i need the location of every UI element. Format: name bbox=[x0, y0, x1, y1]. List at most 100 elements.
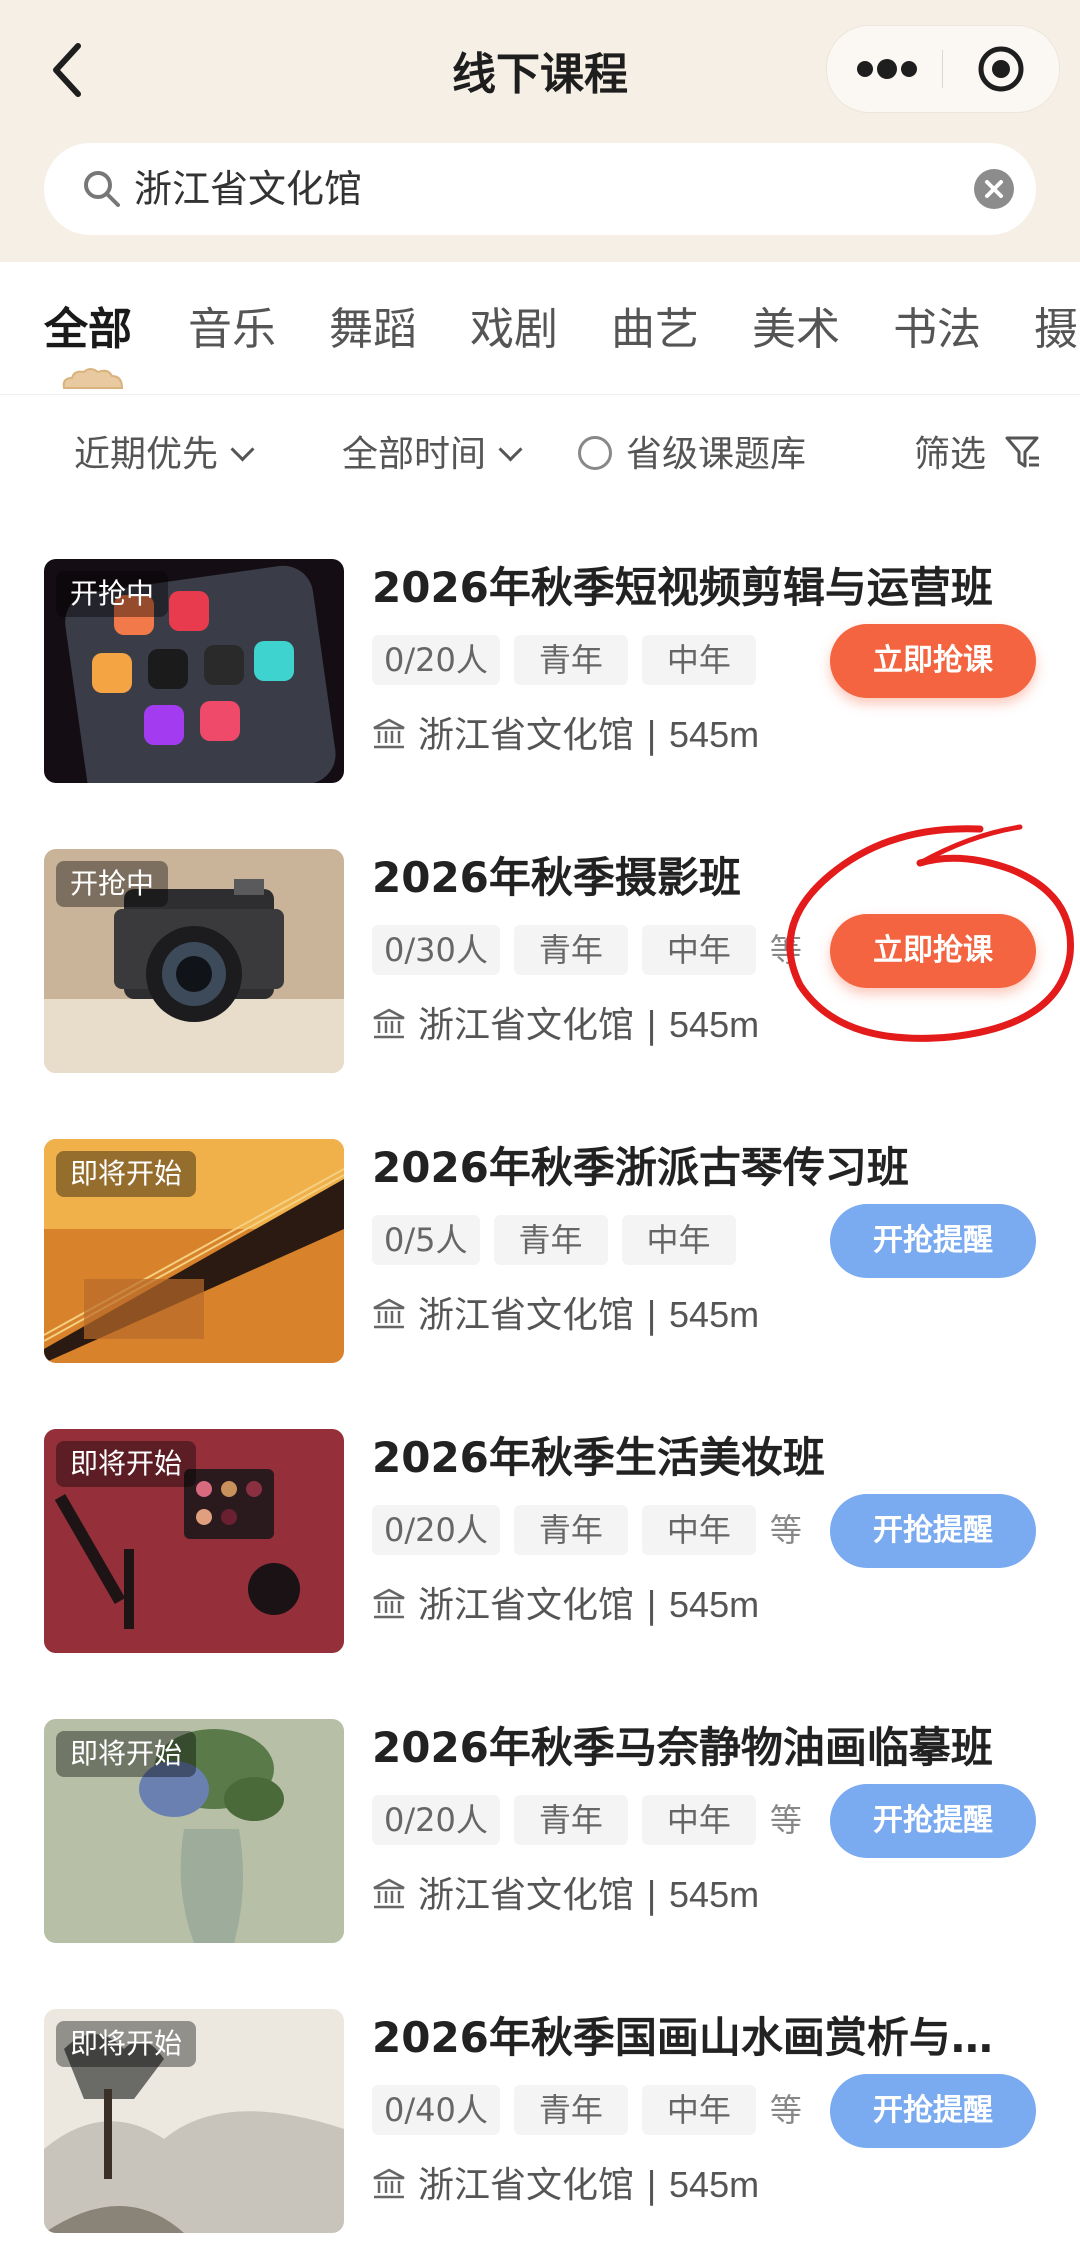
library-radio[interactable]: 省级课题库 bbox=[578, 433, 806, 477]
course-thumbnail: 即将开始 bbox=[44, 2009, 344, 2233]
venue-name: 浙江省文化馆 bbox=[418, 1875, 635, 1916]
distance: 545m bbox=[669, 1584, 760, 1625]
tab-calligraphy[interactable]: 书法 bbox=[893, 304, 981, 356]
age-tag: 中年 bbox=[641, 925, 756, 975]
age-tag: 中年 bbox=[641, 1795, 756, 1845]
filter-label: 筛选 bbox=[914, 434, 987, 475]
course-card[interactable]: 即将开始 2026年秋季浙派古琴传习班 0/5人 青年 中年 浙江省文化馆 | … bbox=[0, 1105, 1080, 1395]
museum-icon bbox=[373, 718, 405, 749]
course-thumbnail: 即将开始 bbox=[44, 1719, 344, 1943]
chevron-down-icon bbox=[498, 437, 523, 462]
remind-button[interactable]: 开抢提醒 bbox=[830, 2074, 1036, 2148]
more-dots-icon bbox=[857, 59, 917, 79]
course-title: 2026年秋季浙派古琴传习班 bbox=[372, 1143, 909, 1192]
course-meta: 0/40人 青年 中年 等 bbox=[372, 2085, 802, 2135]
course-title: 2026年秋季短视频剪辑与运营班 bbox=[372, 563, 993, 612]
sort-dropdown[interactable]: 近期优先 bbox=[74, 433, 255, 477]
distance: 545m bbox=[669, 1004, 760, 1045]
more-tags: 等 bbox=[769, 1511, 802, 1549]
course-title: 2026年秋季摄影班 bbox=[372, 853, 741, 902]
status-badge: 即将开始 bbox=[56, 2021, 197, 2067]
course-card[interactable]: 开抢中 2026年秋季摄影班 0/30人 青年 中年 等 浙江省文化馆 | 54… bbox=[0, 815, 1080, 1105]
more-menu-button[interactable] bbox=[827, 26, 942, 112]
grab-course-button[interactable]: 立即抢课 bbox=[830, 624, 1036, 698]
category-tabs: 全部 音乐 舞蹈 戏剧 曲艺 美术 书法 摄 bbox=[0, 262, 1080, 395]
course-meta: 0/20人 青年 中年 等 bbox=[372, 1795, 802, 1845]
course-meta: 0/20人 青年 中年 bbox=[372, 635, 770, 685]
course-venue: 浙江省文化馆 | 545m bbox=[372, 1291, 759, 1340]
funnel-icon bbox=[1005, 436, 1040, 468]
tab-photography[interactable]: 摄 bbox=[1034, 304, 1078, 356]
search-text: 浙江省文化馆 bbox=[134, 167, 363, 211]
tab-music[interactable]: 音乐 bbox=[188, 304, 276, 356]
quota-badge: 0/30人 bbox=[372, 925, 500, 975]
museum-icon bbox=[373, 1298, 405, 1329]
time-label: 全部时间 bbox=[342, 434, 487, 475]
course-venue: 浙江省文化馆 | 545m bbox=[372, 711, 759, 760]
course-venue: 浙江省文化馆 | 545m bbox=[372, 2161, 759, 2210]
tab-quyi[interactable]: 曲艺 bbox=[611, 304, 699, 356]
course-title: 2026年秋季马奈静物油画临摹班 bbox=[372, 1723, 993, 1772]
status-badge: 即将开始 bbox=[56, 1731, 197, 1777]
mini-program-capsule bbox=[826, 25, 1060, 113]
remind-button[interactable]: 开抢提醒 bbox=[830, 1784, 1036, 1858]
status-badge: 开抢中 bbox=[56, 571, 169, 617]
course-meta: 0/20人 青年 中年 等 bbox=[372, 1505, 802, 1555]
quota-badge: 0/5人 bbox=[372, 1215, 480, 1265]
distance: 545m bbox=[669, 1294, 760, 1335]
more-tags: 等 bbox=[769, 2091, 802, 2129]
venue-name: 浙江省文化馆 bbox=[418, 1005, 635, 1046]
course-venue: 浙江省文化馆 | 545m bbox=[372, 1581, 759, 1630]
search-icon bbox=[84, 171, 120, 207]
target-icon bbox=[978, 46, 1024, 92]
tab-fine-art[interactable]: 美术 bbox=[752, 304, 840, 356]
quota-badge: 0/20人 bbox=[372, 1505, 500, 1555]
age-tag: 中年 bbox=[621, 1215, 736, 1265]
course-thumbnail: 开抢中 bbox=[44, 849, 344, 1073]
remind-button[interactable]: 开抢提醒 bbox=[830, 1494, 1036, 1568]
course-thumbnail: 即将开始 bbox=[44, 1429, 344, 1653]
course-venue: 浙江省文化馆 | 545m bbox=[372, 1871, 759, 1920]
distance: 545m bbox=[669, 1874, 760, 1915]
course-thumbnail: 开抢中 bbox=[44, 559, 344, 783]
grab-course-button[interactable]: 立即抢课 bbox=[830, 914, 1036, 988]
venue-name: 浙江省文化馆 bbox=[418, 715, 635, 756]
distance: 545m bbox=[669, 714, 760, 755]
time-dropdown[interactable]: 全部时间 bbox=[342, 433, 523, 477]
distance: 545m bbox=[669, 2164, 760, 2205]
sort-label: 近期优先 bbox=[74, 434, 219, 475]
course-thumbnail: 即将开始 bbox=[44, 1139, 344, 1363]
age-tag: 青年 bbox=[513, 635, 628, 685]
quota-badge: 0/40人 bbox=[372, 2085, 500, 2135]
status-badge: 开抢中 bbox=[56, 861, 169, 907]
status-badge: 即将开始 bbox=[56, 1151, 197, 1197]
museum-icon bbox=[373, 1008, 405, 1039]
close-icon bbox=[985, 180, 1003, 198]
course-card[interactable]: 开抢中 2026年秋季短视频剪辑与运营班 0/20人 青年 中年 浙江省文化馆 … bbox=[0, 525, 1080, 815]
course-meta: 0/30人 青年 中年 等 bbox=[372, 925, 802, 975]
course-card[interactable]: 即将开始 2026年秋季生活美妆班 0/20人 青年 中年 等 浙江省文化馆 |… bbox=[0, 1395, 1080, 1685]
museum-icon bbox=[373, 1588, 405, 1619]
quota-badge: 0/20人 bbox=[372, 1795, 500, 1845]
course-meta: 0/5人 青年 中年 bbox=[372, 1215, 750, 1265]
tab-all[interactable]: 全部 bbox=[44, 304, 132, 356]
active-tab-cloud-icon bbox=[62, 368, 124, 389]
radio-icon bbox=[578, 436, 612, 470]
library-label: 省级课题库 bbox=[626, 434, 807, 475]
course-title: 2026年秋季生活美妆班 bbox=[372, 1433, 825, 1482]
remind-button[interactable]: 开抢提醒 bbox=[830, 1204, 1036, 1278]
tab-dance[interactable]: 舞蹈 bbox=[329, 304, 417, 356]
search-input[interactable]: 浙江省文化馆 bbox=[44, 143, 1036, 235]
close-mini-program-button[interactable] bbox=[943, 26, 1059, 112]
clear-search-button[interactable] bbox=[974, 169, 1014, 209]
age-tag: 青年 bbox=[513, 2085, 628, 2135]
venue-name: 浙江省文化馆 bbox=[418, 1295, 635, 1336]
age-tag: 青年 bbox=[513, 1505, 628, 1555]
course-card[interactable]: 即将开始 2026年秋季马奈静物油画临摹班 0/20人 青年 中年 等 浙江省文… bbox=[0, 1685, 1080, 1975]
course-card[interactable]: 即将开始 2026年秋季国画山水画赏析与… 0/40人 青年 中年 等 浙江省文… bbox=[0, 1975, 1080, 2265]
filter-bar: 近期优先 全部时间 省级课题库 筛选 bbox=[0, 395, 1080, 525]
age-tag: 中年 bbox=[641, 1505, 756, 1555]
quota-badge: 0/20人 bbox=[372, 635, 500, 685]
filter-button[interactable]: 筛选 bbox=[914, 433, 1043, 477]
tab-drama[interactable]: 戏剧 bbox=[470, 304, 558, 356]
